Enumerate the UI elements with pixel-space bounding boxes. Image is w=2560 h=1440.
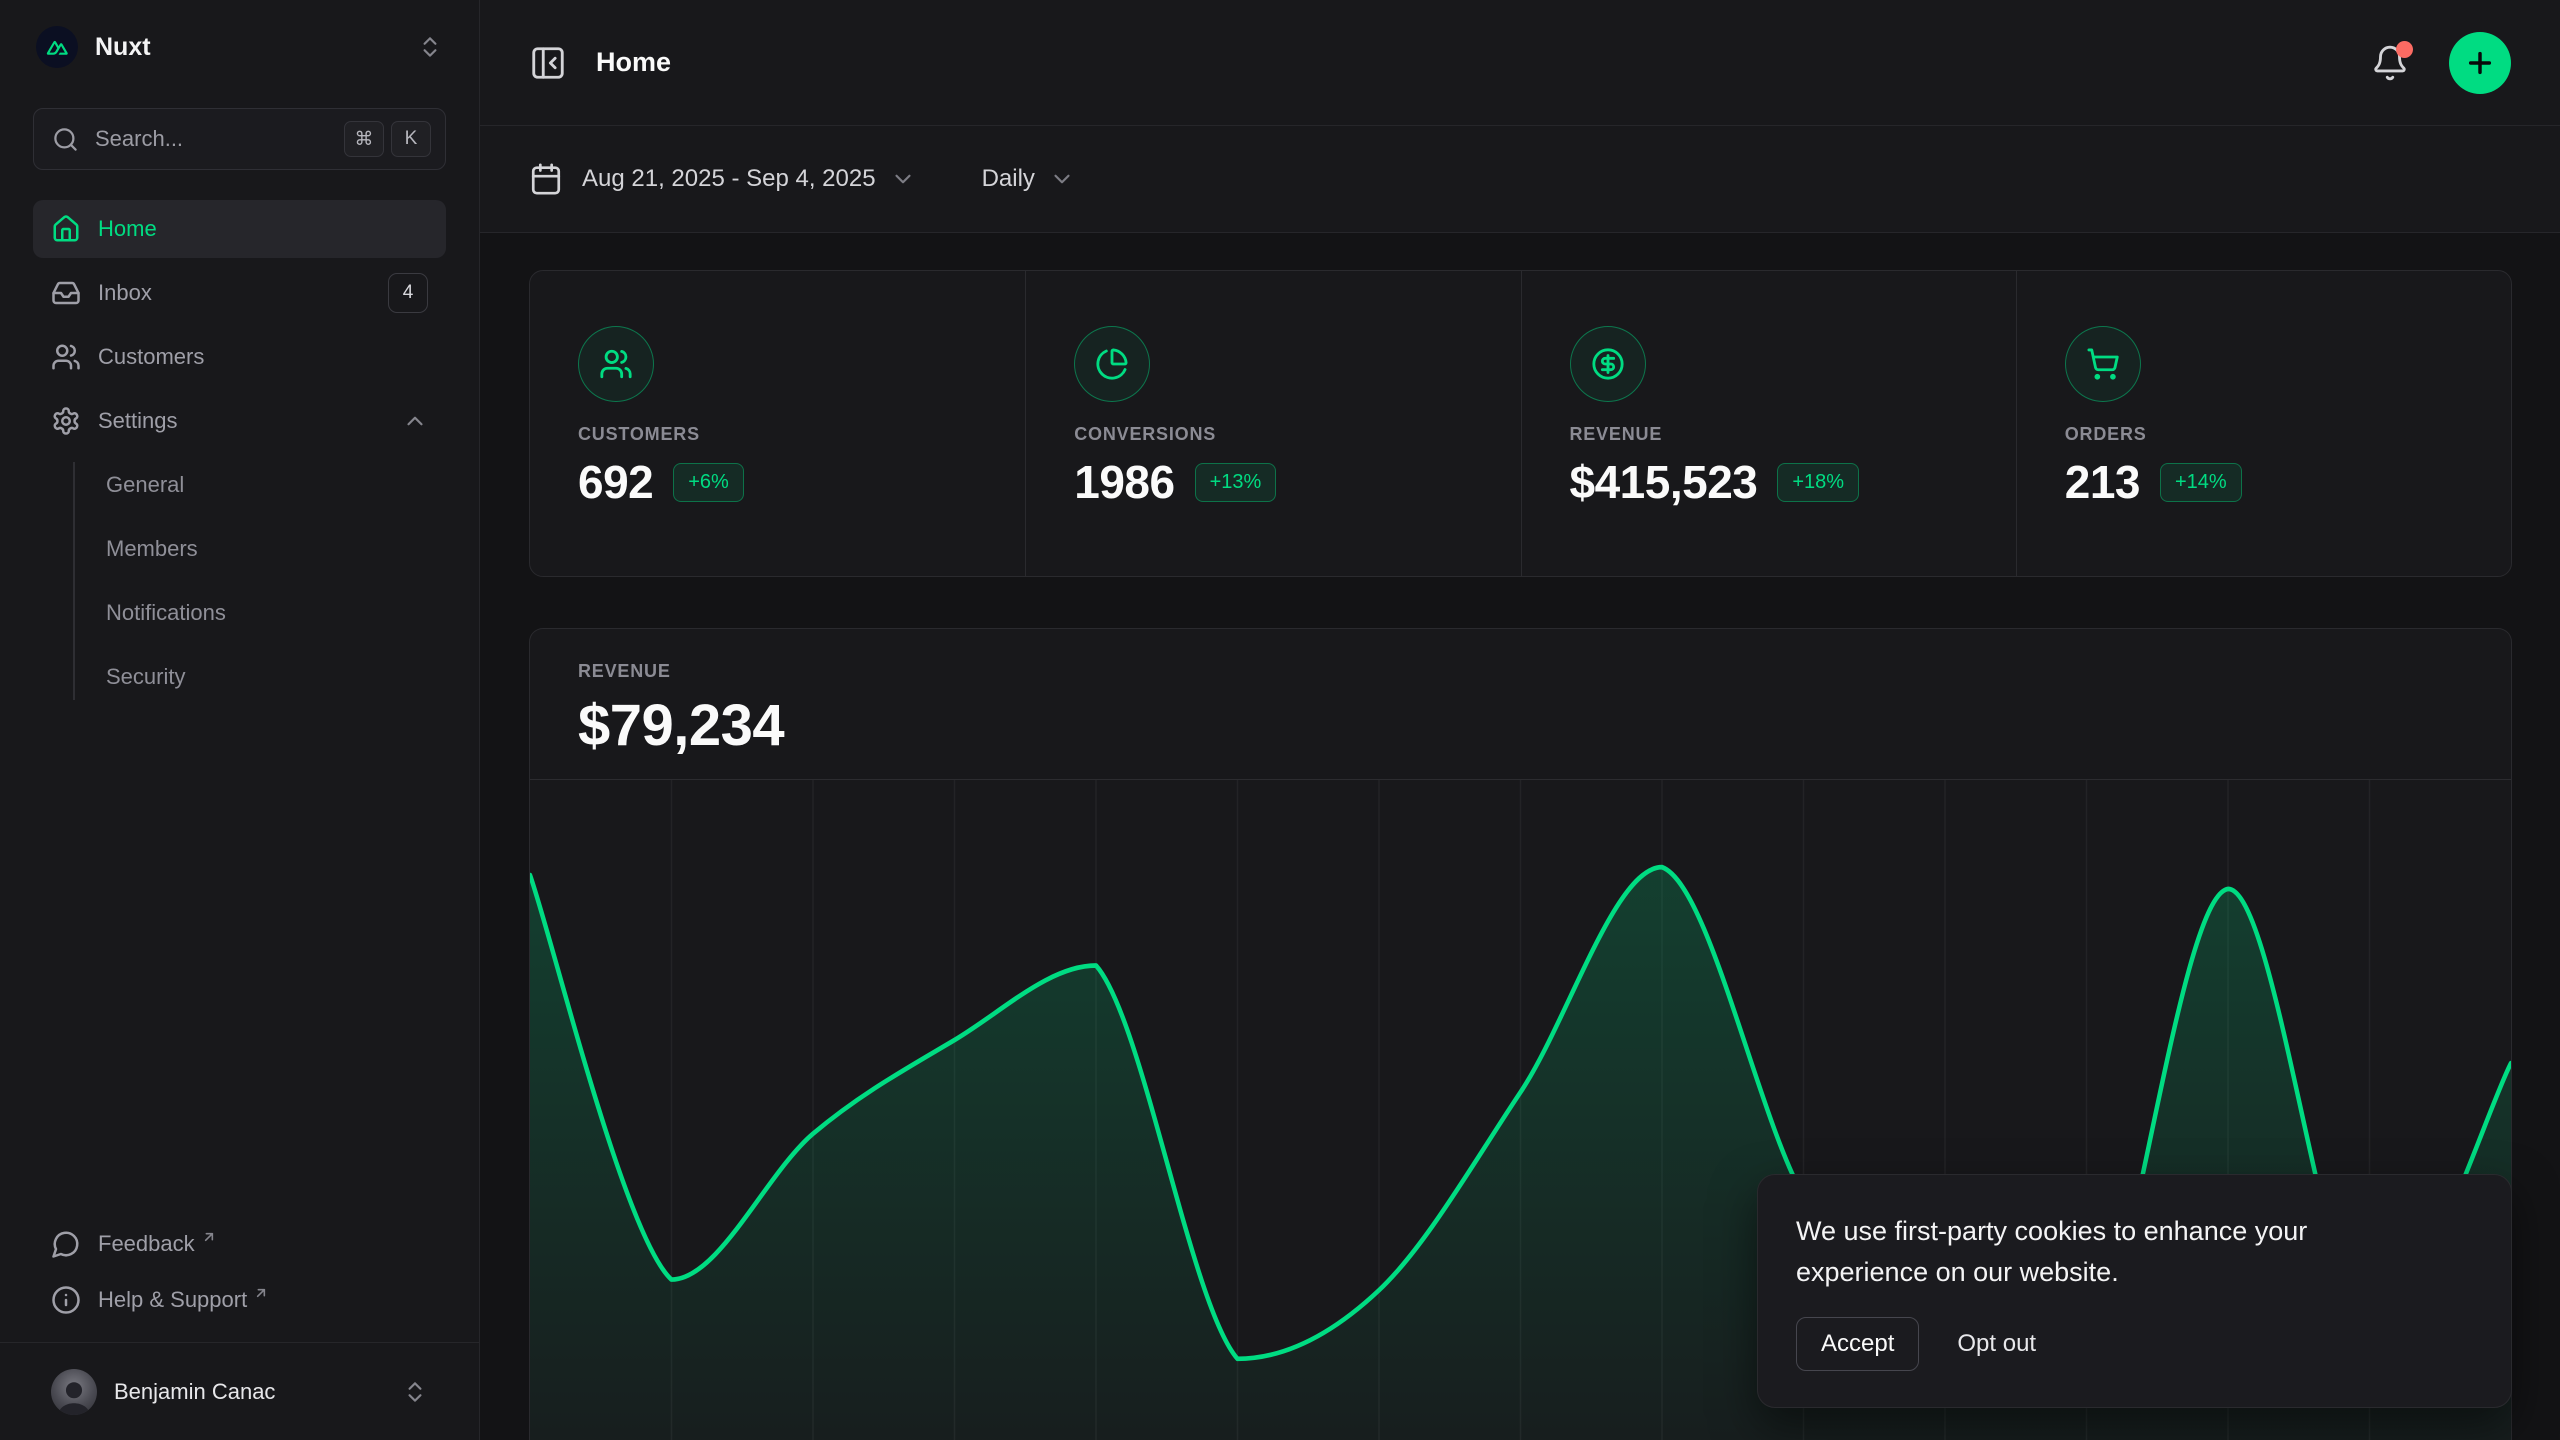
external-link-icon — [201, 1229, 217, 1245]
sidebar-item-label: Home — [98, 216, 157, 242]
nuxt-logo-icon — [36, 26, 78, 68]
sidebar-item-home[interactable]: Home — [33, 200, 446, 258]
inbox-icon — [51, 278, 81, 308]
kbd-cmd: ⌘ — [344, 121, 384, 157]
stat-delta-badge: +14% — [2160, 463, 2242, 502]
sidebar-item-customers[interactable]: Customers — [33, 328, 446, 386]
team-name: Nuxt — [95, 33, 151, 62]
granularity-select[interactable]: Daily — [982, 165, 1075, 193]
calendar-icon — [529, 162, 563, 196]
stat-label: CONVERSIONS — [1074, 424, 1480, 445]
kbd-k: K — [391, 121, 431, 157]
filters-toolbar: Aug 21, 2025 - Sep 4, 2025 Daily — [480, 126, 2560, 233]
home-icon — [51, 214, 81, 244]
chevron-down-icon — [1049, 166, 1075, 192]
stat-orders: ORDERS 213 +14% — [2016, 271, 2511, 576]
stat-value: 1986 — [1074, 455, 1174, 509]
users-icon — [578, 326, 654, 402]
plus-icon — [2464, 47, 2496, 79]
chevrons-up-down-icon — [417, 34, 443, 60]
settings-subnav: General Members Notifications Security — [33, 456, 446, 706]
date-range-value: Aug 21, 2025 - Sep 4, 2025 — [582, 165, 876, 193]
chevron-down-icon — [890, 166, 916, 192]
date-range-picker[interactable]: Aug 21, 2025 - Sep 4, 2025 — [529, 162, 916, 196]
inbox-count-badge: 4 — [388, 273, 428, 313]
sidebar-item-label: Customers — [98, 344, 204, 370]
sidebar-item-notifications[interactable]: Notifications — [106, 584, 446, 642]
sidebar-item-members[interactable]: Members — [106, 520, 446, 578]
cookie-optout-button[interactable]: Opt out — [1957, 1330, 2036, 1358]
stat-value: $415,523 — [1570, 455, 1758, 509]
search-input[interactable]: Search... ⌘ K — [33, 108, 446, 170]
page-header: Home — [480, 0, 2560, 126]
page-title: Home — [596, 47, 671, 78]
stat-delta-badge: +18% — [1777, 463, 1859, 502]
info-circle-icon — [51, 1285, 81, 1315]
search-icon — [52, 126, 79, 153]
avatar — [51, 1369, 97, 1415]
sidebar-item-settings[interactable]: Settings — [33, 392, 446, 450]
user-name: Benjamin Canac — [114, 1379, 275, 1405]
sidebar-collapse-button[interactable] — [529, 44, 567, 82]
external-link-icon — [253, 1285, 269, 1301]
stat-conversions: CONVERSIONS 1986 +13% — [1025, 271, 1520, 576]
message-circle-icon — [51, 1229, 81, 1259]
cookie-banner: We use first-party cookies to enhance yo… — [1757, 1174, 2512, 1408]
stat-value: 213 — [2065, 455, 2140, 509]
notifications-button[interactable] — [2371, 44, 2409, 82]
revenue-panel-label: REVENUE — [578, 661, 2463, 682]
stat-label: REVENUE — [1570, 424, 1976, 445]
stat-delta-badge: +13% — [1195, 463, 1277, 502]
sidebar-item-label: Settings — [98, 408, 178, 434]
cookie-message: We use first-party cookies to enhance yo… — [1796, 1211, 2396, 1293]
sidebar-item-help-support[interactable]: Help & Support — [33, 1272, 446, 1328]
search-placeholder: Search... — [95, 126, 183, 152]
dollar-circle-icon — [1570, 326, 1646, 402]
shopping-cart-icon — [2065, 326, 2141, 402]
granularity-value: Daily — [982, 165, 1035, 193]
cookie-accept-button[interactable]: Accept — [1796, 1317, 1919, 1371]
sidebar-item-inbox[interactable]: Inbox 4 — [33, 264, 446, 322]
stat-value: 692 — [578, 455, 653, 509]
sidebar-item-security[interactable]: Security — [106, 648, 446, 706]
sidebar-item-label: Inbox — [98, 280, 152, 306]
pie-chart-icon — [1074, 326, 1150, 402]
stat-label: ORDERS — [2065, 424, 2471, 445]
stat-revenue: REVENUE $415,523 +18% — [1521, 271, 2016, 576]
stat-delta-badge: +6% — [673, 463, 744, 502]
chevrons-up-down-icon — [402, 1379, 428, 1405]
sidebar-footer: Feedback Help & Support — [33, 1216, 446, 1342]
stat-label: CUSTOMERS — [578, 424, 985, 445]
chevron-up-icon — [402, 408, 428, 434]
sidebar-item-general[interactable]: General — [106, 456, 446, 514]
gear-icon — [51, 406, 81, 436]
user-menu[interactable]: Benjamin Canac — [0, 1342, 479, 1440]
sidebar-item-feedback[interactable]: Feedback — [33, 1216, 446, 1272]
new-item-button[interactable] — [2449, 32, 2511, 94]
sidebar: Nuxt Search... ⌘ K Home Inbox 4 — [0, 0, 480, 1440]
unread-dot — [2396, 41, 2413, 58]
stats-card: CUSTOMERS 692 +6% CONVERSIONS 1986 +13% — [529, 270, 2512, 577]
stat-customers: CUSTOMERS 692 +6% — [530, 271, 1025, 576]
sidebar-nav: Home Inbox 4 Customers Settings — [33, 200, 446, 712]
team-switcher[interactable]: Nuxt — [0, 0, 479, 78]
revenue-panel-value: $79,234 — [578, 692, 2463, 759]
users-icon — [51, 342, 81, 372]
